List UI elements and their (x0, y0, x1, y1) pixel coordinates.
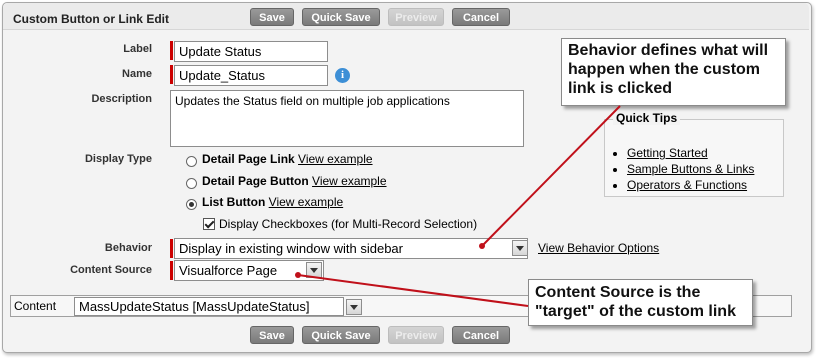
quick-tip-link[interactable]: Operators & Functions (627, 178, 747, 192)
required-marker (170, 41, 173, 60)
radio-detail-page-link[interactable] (186, 156, 197, 167)
chevron-down-icon[interactable] (306, 262, 322, 278)
list-item: Sample Buttons & Links (627, 161, 754, 177)
quick-save-button[interactable]: Quick Save (302, 8, 380, 26)
content-select[interactable]: MassUpdateStatus [MassUpdateStatus] (74, 297, 344, 316)
behavior-callout: Behavior defines what will happen when t… (561, 38, 786, 106)
quick-save-button-bottom[interactable]: Quick Save (302, 326, 380, 344)
name-input[interactable]: Update_Status (174, 65, 328, 86)
view-example-link[interactable]: View example (269, 195, 343, 209)
chevron-down-icon[interactable] (346, 299, 362, 315)
name-field-label: Name (122, 68, 152, 80)
description-field-label: Description (91, 93, 152, 105)
view-example-link[interactable]: View example (298, 152, 372, 166)
content-label: Content (14, 299, 57, 313)
required-marker (170, 239, 173, 258)
quick-tips-box: Quick Tips Getting Started Sample Button… (604, 111, 784, 197)
display-option-detail-page-button: Detail Page Button View example (202, 174, 387, 188)
info-icon[interactable]: i (335, 68, 350, 83)
behavior-select[interactable]: Display in existing window with sidebar (174, 238, 528, 259)
label-field-label: Label (123, 43, 152, 55)
label-input[interactable]: Update Status (174, 41, 328, 62)
required-marker (170, 261, 173, 280)
chevron-down-icon[interactable] (512, 240, 528, 256)
save-button[interactable]: Save (250, 8, 294, 26)
view-example-link[interactable]: View example (312, 174, 386, 188)
display-option-detail-page-link: Detail Page Link View example (202, 152, 373, 166)
quick-tip-link[interactable]: Getting Started (627, 146, 708, 160)
display-type-label: Display Type (84, 153, 152, 165)
content-source-callout: Content Source is the "target" of the cu… (528, 279, 753, 326)
quick-tip-link[interactable]: Sample Buttons & Links (627, 162, 754, 176)
list-item: Operators & Functions (627, 177, 754, 193)
display-option-list-button: List Button View example (202, 195, 344, 209)
preview-button-bottom[interactable]: Preview (388, 326, 444, 344)
description-textarea[interactable]: Updates the Status field on multiple job… (170, 90, 524, 147)
display-checkboxes-checkbox[interactable] (203, 218, 215, 230)
required-marker (170, 65, 173, 84)
list-item: Getting Started (627, 145, 754, 161)
radio-detail-page-button[interactable] (186, 178, 197, 189)
content-source-label: Content Source (70, 264, 152, 276)
behavior-label: Behavior (104, 242, 152, 254)
content-source-select[interactable]: Visualforce Page (174, 260, 324, 281)
radio-list-button[interactable] (186, 199, 197, 210)
cancel-button[interactable]: Cancel (452, 8, 510, 26)
save-button-bottom[interactable]: Save (250, 326, 294, 344)
check-icon (204, 218, 215, 229)
preview-button[interactable]: Preview (388, 8, 444, 26)
quick-tips-title: Quick Tips (613, 111, 681, 125)
display-checkboxes-label: Display Checkboxes (for Multi-Record Sel… (219, 217, 478, 231)
page-title: Custom Button or Link Edit (13, 12, 169, 26)
cancel-button-bottom[interactable]: Cancel (452, 326, 510, 344)
view-behavior-options-link[interactable]: View Behavior Options (538, 241, 659, 255)
